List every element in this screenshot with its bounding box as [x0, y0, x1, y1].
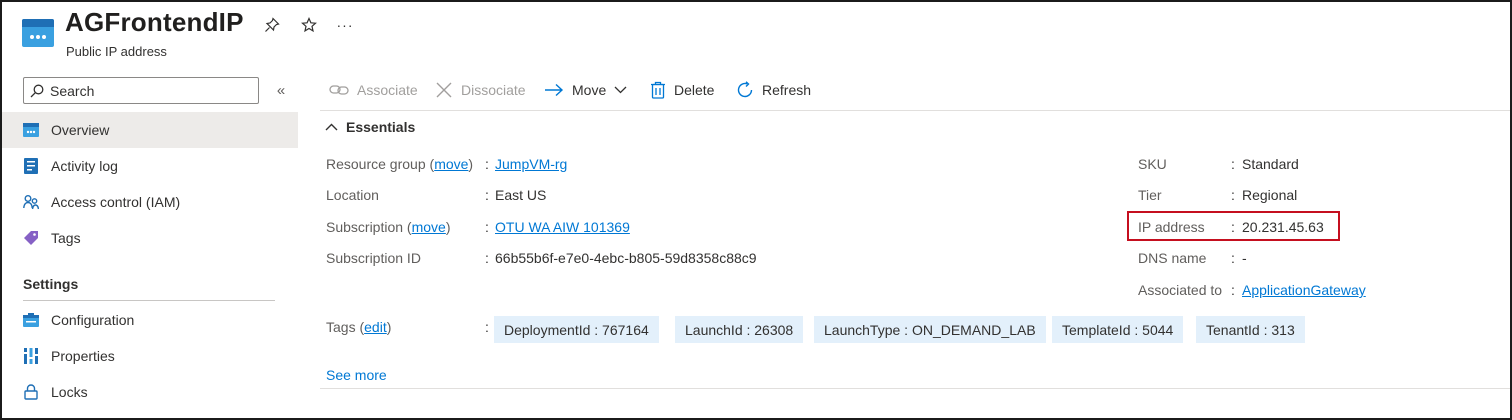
essentials-toggle[interactable]: Essentials: [325, 119, 415, 135]
subscription-id-label: Subscription ID: [326, 250, 421, 266]
search-input[interactable]: [50, 82, 250, 99]
refresh-icon: [736, 81, 754, 99]
colon: :: [1231, 282, 1235, 298]
iam-icon: [23, 194, 39, 210]
associate-button[interactable]: Associate: [329, 79, 418, 101]
associated-to-label: Associated to: [1138, 282, 1223, 298]
more-icon[interactable]: ···: [333, 13, 357, 37]
overview-icon: [23, 122, 39, 138]
tags-label: Tags (edit): [326, 319, 392, 335]
tag-icon: [23, 230, 39, 246]
delete-label: Delete: [674, 82, 715, 98]
pin-icon[interactable]: [260, 13, 284, 37]
resource-group-value[interactable]: JumpVM-rg: [495, 156, 567, 172]
sidebar-item-label: Access control (IAM): [51, 194, 181, 210]
sidebar-item-label: Properties: [51, 348, 115, 364]
delete-button[interactable]: Delete: [650, 79, 714, 101]
subscription-id-value: 66b55b6f-e7e0-4ebc-b805-59d8358c88c9: [495, 250, 757, 266]
sidebar-item-label: Activity log: [51, 158, 118, 174]
colon: :: [1231, 219, 1235, 235]
collapse-sidebar-button[interactable]: «: [272, 80, 290, 100]
sidebar-item-tags[interactable]: Tags: [2, 220, 298, 256]
associated-to-value[interactable]: ApplicationGateway: [1242, 282, 1366, 298]
subscription-value[interactable]: OTU WA AIW 101369: [495, 219, 630, 235]
tag-chip[interactable]: LaunchId : 26308: [675, 316, 804, 343]
link-icon: [329, 83, 349, 97]
ip-address-label: IP address: [1138, 219, 1205, 235]
refresh-label: Refresh: [762, 82, 812, 98]
location-label: Location: [326, 187, 379, 203]
tier-label: Tier: [1138, 187, 1162, 203]
search-icon: [30, 84, 44, 97]
colon: :: [485, 156, 489, 172]
tags-edit-link[interactable]: edit: [364, 319, 387, 335]
location-value: East US: [495, 187, 547, 203]
tag-chip[interactable]: TenantId : 313: [1196, 316, 1305, 343]
move-button[interactable]: Move: [544, 79, 627, 101]
page-title: AGFrontendIP: [65, 7, 244, 37]
essentials-heading: Essentials: [346, 119, 416, 135]
subscription-label: Subscription (move): [326, 219, 451, 235]
associated-to-link[interactable]: ApplicationGateway: [1242, 282, 1366, 298]
tag-chip[interactable]: TemplateId : 5044: [1052, 316, 1184, 343]
public-ip-icon: [22, 19, 54, 47]
subscription-label-text: Subscription: [326, 219, 404, 235]
properties-icon: [23, 348, 39, 364]
subscription-move-link[interactable]: move: [412, 219, 446, 235]
tag-chip[interactable]: LaunchType : ON_DEMAND_LAB: [814, 316, 1046, 343]
ip-address-value[interactable]: 20.231.45.63: [1242, 219, 1324, 235]
lock-icon: [23, 384, 39, 400]
colon: :: [485, 219, 489, 235]
colon: :: [485, 319, 489, 335]
resource-group-move-link[interactable]: move: [434, 156, 468, 172]
sidebar-item-label: Overview: [51, 122, 110, 138]
dns-name-label: DNS name: [1138, 250, 1207, 266]
divider: [23, 300, 275, 301]
dissociate-label: Dissociate: [461, 82, 526, 98]
tag-chip[interactable]: DeploymentId : 767164: [494, 316, 659, 343]
resource-group-label-text: Resource group: [326, 156, 426, 172]
star-icon[interactable]: [297, 13, 321, 37]
search-box[interactable]: [23, 77, 259, 104]
settings-section-heading: Settings: [23, 276, 79, 292]
colon: :: [485, 187, 489, 203]
associate-label: Associate: [357, 82, 418, 98]
tags-label-text: Tags: [326, 319, 356, 335]
colon: :: [1231, 156, 1235, 172]
activity-log-icon: [23, 158, 39, 174]
configuration-icon: [23, 312, 39, 328]
trash-icon: [650, 81, 666, 99]
sidebar-item-overview[interactable]: Overview: [2, 112, 298, 148]
page-subtitle: Public IP address: [66, 44, 167, 59]
colon: :: [1231, 187, 1235, 203]
sidebar-item-configuration[interactable]: Configuration: [2, 302, 298, 338]
colon: :: [1231, 250, 1235, 266]
subscription-link[interactable]: OTU WA AIW 101369: [495, 219, 630, 235]
see-more-link[interactable]: See more: [326, 367, 387, 383]
sku-label: SKU: [1138, 156, 1167, 172]
sidebar-item-activity-log[interactable]: Activity log: [2, 148, 298, 184]
sidebar-item-label: Tags: [51, 230, 81, 246]
refresh-button[interactable]: Refresh: [736, 79, 811, 101]
colon: :: [485, 250, 489, 266]
chevron-down-icon: [614, 86, 627, 94]
essentials-divider: [320, 388, 1510, 389]
move-label: Move: [572, 82, 607, 98]
dns-name-value: -: [1242, 250, 1247, 266]
chevron-up-icon: [325, 123, 338, 131]
resource-group-link[interactable]: JumpVM-rg: [495, 156, 567, 172]
sidebar-item-label: Locks: [51, 384, 88, 400]
sidebar-item-label: Configuration: [51, 312, 135, 328]
tier-value: Regional: [1242, 187, 1298, 203]
sidebar-item-locks[interactable]: Locks: [2, 374, 298, 410]
arrow-right-icon: [544, 83, 564, 97]
resource-group-label: Resource group (move): [326, 156, 474, 172]
sku-value: Standard: [1242, 156, 1299, 172]
sidebar-item-iam[interactable]: Access control (IAM): [2, 184, 298, 220]
dissociate-button[interactable]: Dissociate: [435, 79, 526, 101]
sidebar-item-properties[interactable]: Properties: [2, 338, 298, 374]
close-icon: [435, 81, 453, 99]
toolbar-divider: [320, 110, 1510, 111]
